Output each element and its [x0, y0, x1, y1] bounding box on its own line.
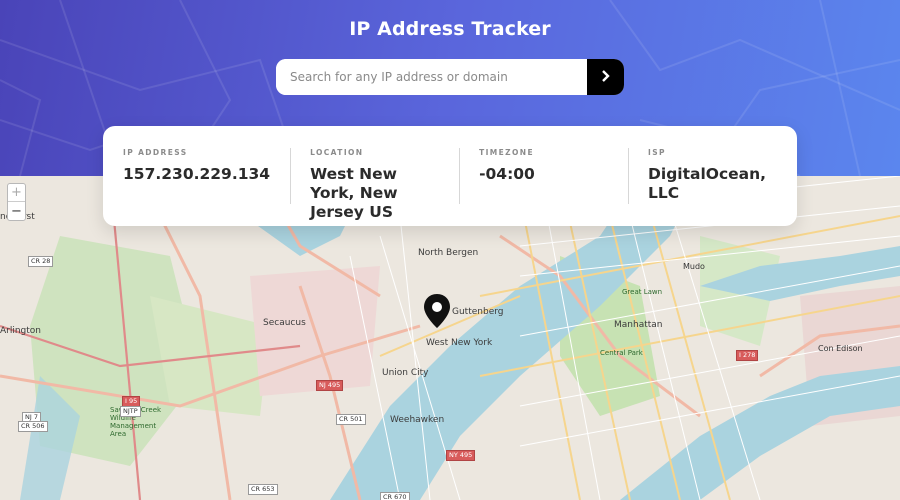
- map-zoom-control: + −: [7, 183, 26, 221]
- info-label: IP Address: [123, 148, 188, 157]
- road-shield-i278: I 278: [736, 350, 759, 361]
- location-pin-icon[interactable]: [422, 293, 452, 329]
- map-label-weehawken: Weehawken: [390, 415, 445, 425]
- info-isp: ISP DigitalOcean, LLC: [628, 148, 797, 226]
- map-label-west-new-york: West New York: [426, 338, 493, 348]
- zoom-out-button[interactable]: −: [8, 202, 25, 220]
- road-shield-njtp: NJTP: [120, 406, 141, 417]
- info-value: -04:00: [479, 165, 535, 183]
- info-ip-address: IP Address 157.230.229.134: [103, 148, 290, 226]
- road-shield-cr670: CR 670: [380, 492, 410, 500]
- chevron-right-icon: [601, 69, 611, 85]
- map-label-north-bergen: North Bergen: [418, 248, 479, 258]
- map-label-union-city: Union City: [382, 368, 429, 378]
- info-label: Timezone: [479, 148, 534, 157]
- info-value: West New York, New Jersey US: [310, 165, 398, 221]
- map-label-guttenberg: Guttenberg: [452, 307, 504, 317]
- search-bar: [276, 59, 624, 95]
- info-value: DigitalOcean, LLC: [648, 165, 767, 202]
- page-title: IP Address Tracker: [349, 18, 551, 40]
- info-timezone: Timezone -04:00: [459, 148, 628, 226]
- search-input[interactable]: [276, 59, 587, 95]
- ip-info-card: IP Address 157.230.229.134 Location West…: [103, 126, 797, 226]
- info-value: 157.230.229.134: [123, 165, 271, 183]
- map-label-manhattan: Manhattan: [614, 320, 663, 330]
- map-label-secaucus: Secaucus: [263, 318, 306, 328]
- map-label-central-park: Central Park: [600, 349, 643, 357]
- info-label: Location: [310, 148, 364, 157]
- info-label: ISP: [648, 148, 666, 157]
- map-label-con-edison: Con Edison: [818, 344, 863, 353]
- map-label-great-lawn: Great Lawn: [622, 288, 663, 296]
- road-shield-cr501: CR 501: [336, 414, 366, 425]
- road-shield-cr506: CR 506: [18, 421, 48, 432]
- road-shield-ny495: NY 495: [446, 450, 476, 461]
- road-shield-cr653: CR 653: [248, 484, 278, 495]
- road-shield-nj495: NJ 495: [316, 380, 344, 391]
- road-shield-cr28: CR 28: [28, 256, 54, 267]
- map-label-arlington: Arlington: [0, 326, 42, 336]
- search-submit-button[interactable]: [587, 59, 624, 95]
- info-location: Location West New York, New Jersey US: [290, 148, 459, 226]
- map-label-mudo: Mudo: [683, 262, 705, 271]
- zoom-in-button[interactable]: +: [8, 184, 25, 202]
